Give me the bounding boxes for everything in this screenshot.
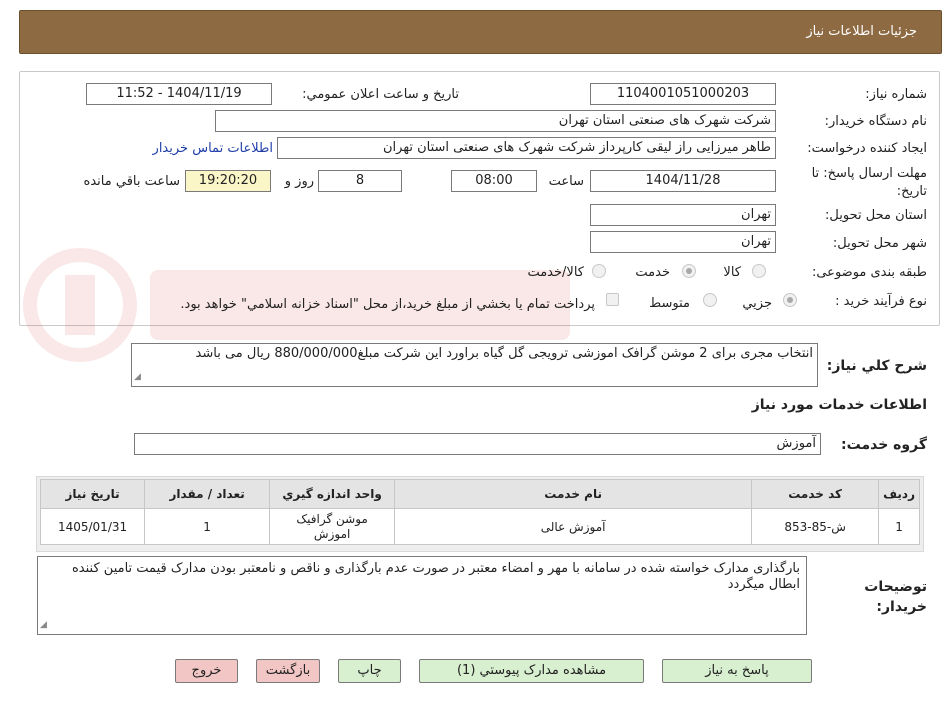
- province-field: تهران: [590, 204, 776, 226]
- back-button[interactable]: بازگشت: [256, 659, 320, 683]
- summary-label: شرح کلي نياز:: [826, 358, 927, 374]
- print-button[interactable]: چاپ: [338, 659, 401, 683]
- process-label: نوع فرآيند خريد :: [835, 294, 927, 309]
- page-header: جزئيات اطلاعات نياز: [19, 10, 942, 54]
- summary-textarea: انتخاب مجری برای 2 موشن گرافک اموزشی ترو…: [131, 343, 818, 387]
- col-header-quantity: تعداد / مقدار: [144, 479, 271, 509]
- buyer-contact-link[interactable]: اطلاعات تماس خريدار: [153, 141, 273, 156]
- buyer-notes-text: بارگذاری مدارک خواسته شده در سامانه با م…: [72, 561, 800, 592]
- col-header-code: کد خدمت: [751, 479, 880, 509]
- col-header-unit: واحد اندازه گيري: [269, 479, 396, 509]
- deadline-time-label: ساعت: [548, 174, 584, 189]
- treasury-checkbox[interactable]: [606, 293, 619, 306]
- category-option-service: خدمت: [635, 265, 670, 280]
- buyer-notes-textarea: بارگذاری مدارک خواسته شده در سامانه با م…: [37, 556, 807, 635]
- resize-grip-icon[interactable]: ◢: [134, 369, 141, 385]
- process-option-minor: جزيي: [742, 296, 772, 311]
- category-radio-goods[interactable]: [752, 264, 766, 278]
- services-table: رديف کد خدمت نام خدمت واحد اندازه گيري ت…: [39, 479, 920, 545]
- deadline-label: مهلت ارسال پاسخ: تا تاريخ:: [811, 166, 927, 199]
- service-group-label: گروه خدمت:: [841, 437, 927, 453]
- deadline-date-field: 1404/11/28: [590, 170, 776, 192]
- buyer-org-field: شرکت شهرک های صنعتی استان تهران: [215, 110, 776, 132]
- process-radio-medium[interactable]: [703, 293, 717, 307]
- reply-button[interactable]: پاسخ به نياز: [662, 659, 812, 683]
- cell-code: ش-85-853: [751, 508, 880, 545]
- col-header-row: رديف: [878, 479, 920, 509]
- view-attachments-button[interactable]: مشاهده مدارک پيوستي (1): [419, 659, 644, 683]
- process-option-medium: متوسط: [649, 296, 690, 311]
- cell-unit: موشن گرافیک اموزش: [269, 508, 396, 545]
- requester-label: ايجاد کننده درخواست:: [807, 141, 927, 156]
- requester-field: طاهر میرزایی راز لیقی کارپرداز شرکت شهرک…: [277, 137, 776, 159]
- services-table-header: رديف کد خدمت نام خدمت واحد اندازه گيري ت…: [39, 479, 920, 509]
- city-field: تهران: [590, 231, 776, 253]
- buyer-notes-label: توضيحات خريدار:: [864, 579, 927, 615]
- exit-button[interactable]: خروج: [175, 659, 238, 683]
- col-header-date: تاريخ نياز: [39, 479, 146, 509]
- page-title: جزئيات اطلاعات نياز: [806, 24, 917, 39]
- cell-quantity: 1: [144, 508, 271, 545]
- announce-date-label: تاريخ و ساعت اعلان عمومي:: [302, 87, 459, 102]
- category-option-goods: کالا: [723, 265, 741, 280]
- province-label: استان محل تحويل:: [825, 208, 927, 223]
- resize-grip-icon[interactable]: ◢: [40, 617, 47, 633]
- table-row: 1 ش-85-853 آموزش عالی موشن گرافیک اموزش …: [39, 508, 920, 545]
- need-number-field: 1104001051000203: [590, 83, 776, 105]
- remaining-time-field: 19:20:20: [185, 170, 271, 192]
- buyer-org-label: نام دستگاه خريدار:: [824, 114, 927, 129]
- category-radio-service[interactable]: [682, 264, 696, 278]
- deadline-time-field: 08:00: [451, 170, 537, 192]
- service-group-field: آموزش: [134, 433, 821, 455]
- remaining-time-label: ساعت باقي مانده: [83, 174, 180, 189]
- days-label: روز و: [284, 174, 314, 189]
- summary-text: انتخاب مجری برای 2 موشن گرافک اموزشی ترو…: [195, 346, 813, 361]
- process-radio-minor[interactable]: [783, 293, 797, 307]
- cell-date: 1405/01/31: [39, 508, 146, 545]
- col-header-name: نام خدمت: [394, 479, 753, 509]
- services-section-title: اطلاعات خدمات مورد نياز: [751, 397, 927, 413]
- city-label: شهر محل تحويل:: [832, 236, 927, 251]
- category-radio-both[interactable]: [592, 264, 606, 278]
- days-field: 8: [318, 170, 402, 192]
- category-option-both: کالا/خدمت: [527, 265, 584, 280]
- cell-name: آموزش عالی: [394, 508, 753, 545]
- need-number-label: شماره نياز:: [865, 87, 927, 102]
- category-label: طبقه بندی موضوعی:: [811, 265, 927, 280]
- treasury-payment-note: پرداخت تمام يا بخشي از مبلغ خريد،از محل …: [180, 297, 595, 312]
- announce-date-field: 1404/11/19 - 11:52: [86, 83, 272, 105]
- cell-row: 1: [878, 508, 920, 545]
